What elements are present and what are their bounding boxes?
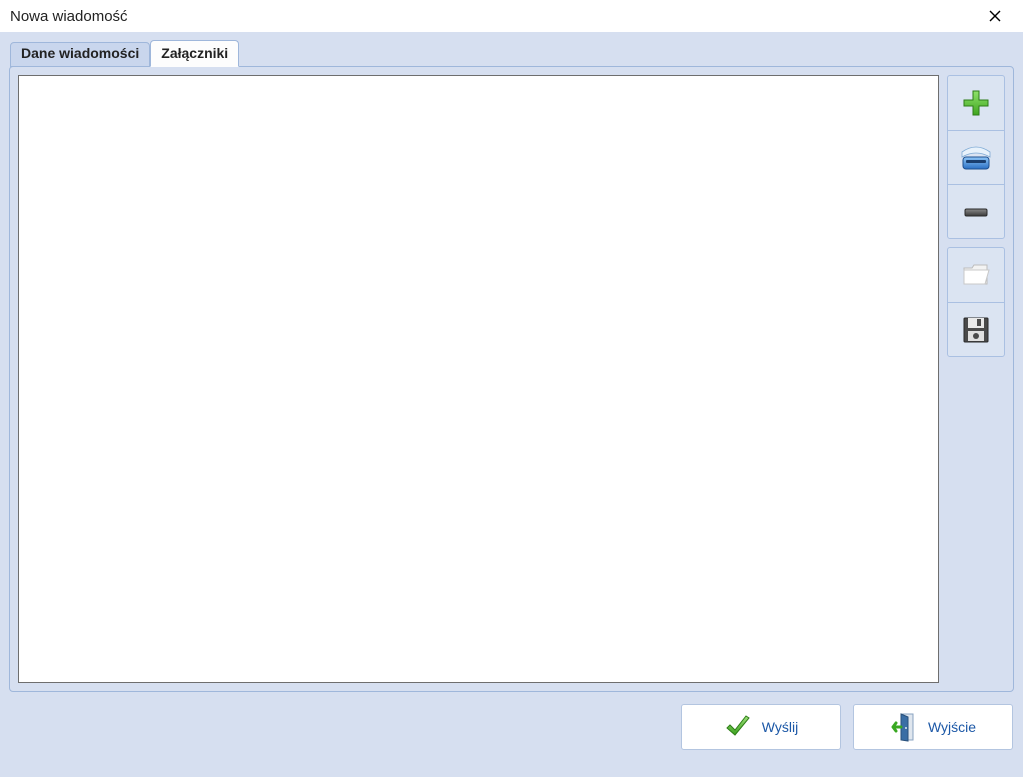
tab-label: Załączniki (161, 45, 228, 61)
attachments-list[interactable] (18, 75, 939, 683)
close-icon (989, 10, 1001, 22)
checkmark-icon (724, 713, 752, 741)
window-title: Nowa wiadomość (10, 8, 128, 25)
tabpanel-attachments (9, 66, 1014, 692)
client-area: Dane wiadomości Załączniki (0, 32, 1023, 777)
tab-label: Dane wiadomości (21, 45, 139, 61)
window-titlebar: Nowa wiadomość (0, 0, 1023, 32)
tab-strip: Dane wiadomości Załączniki (0, 40, 1023, 67)
save-attachment-button[interactable] (948, 302, 1004, 356)
tab-attachments[interactable]: Załączniki (150, 40, 239, 67)
scanner-icon (958, 140, 994, 176)
tool-group-storage (947, 247, 1005, 357)
send-label: Wyślij (762, 719, 798, 735)
tool-group-file-ops (947, 75, 1005, 239)
exit-door-icon (890, 712, 918, 742)
window-close-button[interactable] (975, 2, 1015, 30)
exit-label: Wyjście (928, 719, 976, 735)
add-icon (960, 87, 992, 119)
footer-buttons: Wyślij Wyjście (0, 692, 1023, 750)
scan-attachment-button[interactable] (948, 130, 1004, 184)
remove-attachment-button[interactable] (948, 184, 1004, 238)
side-toolbar (947, 75, 1005, 683)
add-attachment-button[interactable] (948, 76, 1004, 130)
remove-icon (960, 196, 992, 228)
tab-message-data[interactable]: Dane wiadomości (10, 42, 150, 67)
folder-icon (959, 258, 993, 292)
open-folder-button[interactable] (948, 248, 1004, 302)
floppy-save-icon (960, 314, 992, 346)
send-button[interactable]: Wyślij (681, 704, 841, 750)
exit-button[interactable]: Wyjście (853, 704, 1013, 750)
